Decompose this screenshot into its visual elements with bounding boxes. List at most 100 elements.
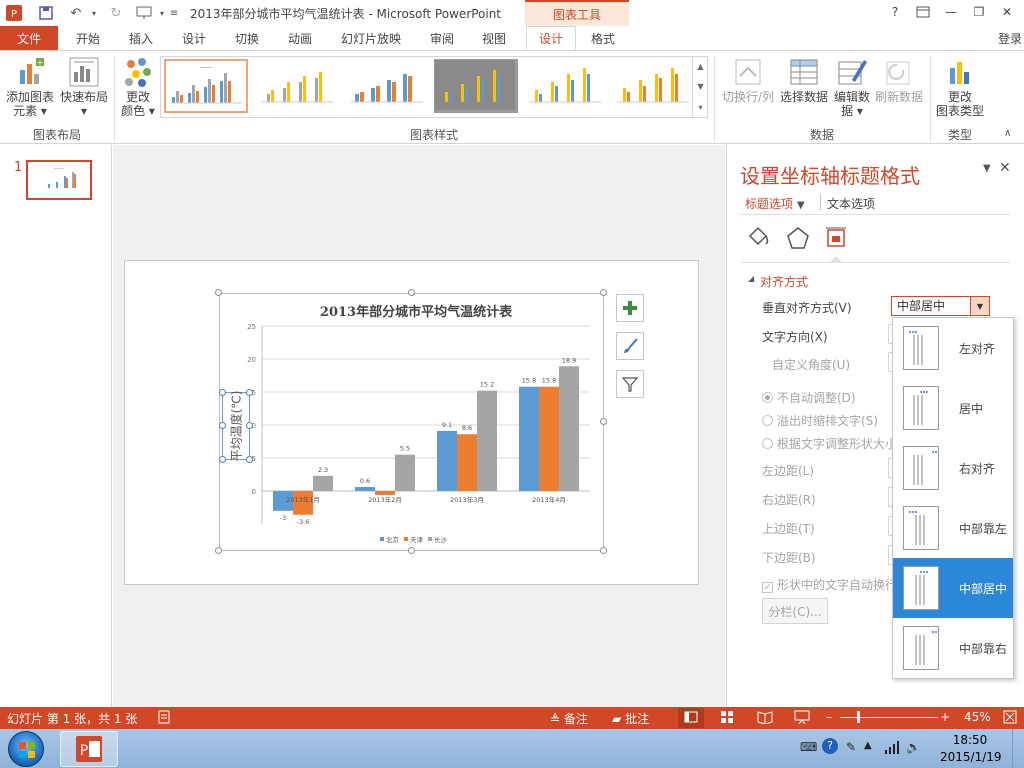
save-icon[interactable]: [36, 3, 56, 23]
clock-time[interactable]: 18:50: [940, 733, 1000, 747]
refresh-data-button[interactable]: 刷新数据: [872, 56, 926, 104]
no-autofit-radio[interactable]: [762, 392, 773, 403]
chart-title[interactable]: 2013年部分城市平均气温统计表: [320, 304, 513, 320]
chart-object[interactable]: 2013年部分城市平均气温统计表 2520151050 -3-3.62.30.6…: [219, 293, 604, 551]
tab-chart-format[interactable]: 格式: [580, 26, 626, 50]
customize-qat-icon[interactable]: ≡: [164, 3, 184, 23]
switch-row-column-button[interactable]: 切换行/列: [720, 56, 776, 104]
start-from-beginning-icon[interactable]: [134, 3, 154, 23]
tab-title-options[interactable]: 标题选项 ▼: [745, 195, 805, 212]
chart-style-2[interactable]: [256, 59, 340, 113]
quick-layout-button[interactable]: 快速布局 ▾: [58, 56, 110, 118]
comments-button[interactable]: ▰ 批注: [612, 710, 649, 727]
zoom-level[interactable]: 45%: [964, 710, 991, 724]
tab-chart-design[interactable]: 设计: [526, 26, 576, 50]
notes-button[interactable]: ≜ 备注: [550, 710, 588, 727]
no-autofit-option[interactable]: 不自动调整(D): [762, 389, 856, 406]
slide-sorter-icon[interactable]: [720, 710, 734, 727]
size-properties-icon[interactable]: [822, 224, 850, 252]
wrap-text-option[interactable]: ✓ 形状中的文字自动换行: [762, 576, 892, 593]
columns-button[interactable]: 分栏(C)...: [762, 598, 828, 624]
edit-data-button[interactable]: 编辑数 据 ▾: [830, 56, 874, 118]
close-button[interactable]: ✕: [996, 3, 1018, 21]
tab-text-options[interactable]: 文本选项: [827, 195, 875, 212]
network-icon[interactable]: [884, 740, 900, 757]
undo-dropdown-icon[interactable]: ▾: [84, 3, 104, 23]
effects-icon[interactable]: [784, 224, 812, 252]
zoom-in-icon[interactable]: +: [940, 710, 950, 724]
chart-style-1[interactable]: ─────: [164, 59, 248, 113]
chart-style-4[interactable]: [434, 59, 518, 113]
sign-in-link[interactable]: 登录: [998, 30, 1022, 47]
valign-option-1[interactable]: 居中: [893, 378, 1013, 438]
undo-icon[interactable]: ↶: [66, 3, 86, 23]
redo-icon[interactable]: ↻: [106, 3, 126, 23]
title-options-dropdown-icon[interactable]: ▼: [797, 200, 805, 211]
valign-option-4[interactable]: 中部居中: [893, 558, 1013, 618]
alignment-section-title[interactable]: 对齐方式: [760, 273, 808, 290]
tab-review[interactable]: 审阅: [418, 26, 466, 50]
shrink-overflow-radio[interactable]: [762, 415, 773, 426]
axis-title-handle[interactable]: [219, 389, 226, 396]
taskbar-powerpoint-button[interactable]: P: [60, 731, 118, 767]
wrap-text-checkbox[interactable]: ✓: [762, 582, 773, 593]
chart-style-3[interactable]: [346, 59, 430, 113]
fill-line-icon[interactable]: [744, 224, 772, 252]
chart-styles-button[interactable]: [616, 332, 644, 360]
tab-transitions[interactable]: 切换: [223, 26, 271, 50]
slideshow-icon[interactable]: [794, 710, 810, 727]
shrink-overflow-option[interactable]: 溢出时缩排文字(S): [762, 412, 878, 429]
chart-resize-handle[interactable]: [408, 289, 415, 296]
gallery-scrollbar[interactable]: ▲ ▼ ▾: [692, 56, 708, 118]
axis-title-handle[interactable]: [219, 422, 226, 429]
tab-slideshow[interactable]: 幻灯片放映: [331, 26, 411, 50]
add-chart-element-button[interactable]: + 添加图表 元素 ▾: [4, 56, 56, 118]
chart-filters-button[interactable]: [616, 370, 644, 398]
tab-file[interactable]: 文件: [0, 26, 58, 50]
tray-tool-icon[interactable]: ✎: [846, 740, 856, 754]
show-hidden-icons[interactable]: ▲: [864, 740, 872, 751]
pane-close-icon[interactable]: ✕: [999, 160, 1011, 176]
clock-date[interactable]: 2015/1/19: [940, 750, 1002, 764]
valign-option-5[interactable]: 中部靠右: [893, 618, 1013, 678]
chart-style-6[interactable]: [612, 59, 696, 113]
help-button[interactable]: ?: [884, 3, 906, 21]
vertical-align-dropdown-icon[interactable]: ▼: [970, 296, 990, 316]
zoom-slider-track[interactable]: [840, 717, 938, 718]
change-chart-type-button[interactable]: 更改 图表类型: [934, 56, 986, 118]
help-tray-icon[interactable]: ?: [822, 738, 838, 754]
axis-title-handle[interactable]: [246, 422, 253, 429]
normal-view-icon[interactable]: [684, 710, 698, 727]
fit-to-window-icon[interactable]: [1003, 710, 1017, 727]
change-colors-button[interactable]: 更改 颜色 ▾: [118, 56, 158, 118]
axis-title-handle[interactable]: [219, 456, 226, 463]
volume-icon[interactable]: 🔈: [906, 740, 921, 754]
chart-elements-button[interactable]: [616, 294, 644, 322]
tab-insert[interactable]: 插入: [117, 26, 165, 50]
reading-view-icon[interactable]: [757, 710, 773, 727]
section-collapse-icon[interactable]: ◢: [748, 274, 754, 283]
minimize-button[interactable]: —: [940, 3, 962, 21]
ribbon-display-options-icon[interactable]: [912, 3, 934, 21]
valign-option-3[interactable]: 中部靠左: [893, 498, 1013, 558]
gallery-scroll-up-icon[interactable]: ▲: [697, 62, 703, 71]
y-axis-title[interactable]: 平均温度(℃): [228, 391, 245, 462]
restore-button[interactable]: ❐: [968, 3, 990, 21]
tab-home[interactable]: 开始: [64, 26, 112, 50]
chart-resize-handle[interactable]: [600, 547, 607, 554]
collapse-ribbon-icon[interactable]: ∧: [1004, 128, 1011, 139]
gallery-more-icon[interactable]: ▾: [698, 103, 702, 112]
zoom-out-icon[interactable]: –: [826, 710, 832, 724]
chart-resize-handle[interactable]: [600, 289, 607, 296]
tab-animations[interactable]: 动画: [276, 26, 324, 50]
spell-check-icon[interactable]: [157, 710, 171, 727]
chart-style-5[interactable]: [524, 59, 608, 113]
gallery-scroll-down-icon[interactable]: ▼: [697, 82, 703, 91]
valign-option-0[interactable]: 左对齐: [893, 318, 1013, 378]
show-desktop-button[interactable]: [1012, 729, 1024, 768]
chart-resize-handle[interactable]: [600, 418, 607, 425]
keyboard-icon[interactable]: ⌨: [800, 740, 817, 754]
tab-view[interactable]: 视图: [470, 26, 518, 50]
resize-shape-radio[interactable]: [762, 438, 773, 449]
chart-resize-handle[interactable]: [408, 547, 415, 554]
